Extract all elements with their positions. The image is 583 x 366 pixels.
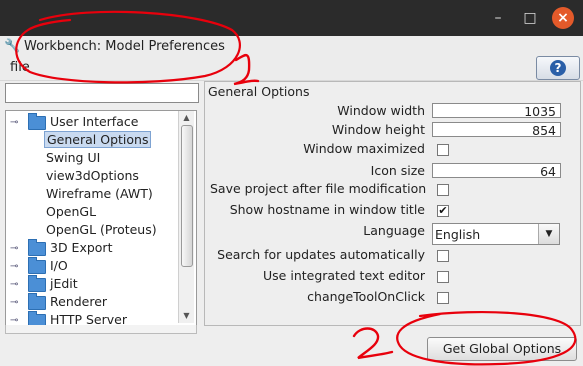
scroll-down-icon[interactable]: ▼ bbox=[181, 311, 192, 321]
integrated-editor-checkbox[interactable] bbox=[437, 271, 449, 283]
tree-item-label: 3D Export bbox=[50, 240, 113, 255]
search-updates-label: Search for updates automatically bbox=[217, 247, 425, 262]
tree-item-user-interface[interactable]: ⊸ User Interface bbox=[10, 113, 180, 131]
window-width-field[interactable]: 1035 bbox=[432, 103, 561, 119]
language-label: Language bbox=[363, 223, 425, 238]
tree-item-http-server[interactable]: ⊸ HTTP Server bbox=[10, 311, 180, 326]
window-maximized-label: Window maximized bbox=[303, 141, 425, 156]
tree-item-3d-export[interactable]: ⊸ 3D Export bbox=[10, 239, 180, 257]
minimize-icon[interactable]: – bbox=[487, 7, 509, 29]
close-icon[interactable]: × bbox=[552, 7, 574, 29]
get-global-options-button[interactable]: Get Global Options bbox=[427, 337, 577, 361]
tree-item-view3doptions[interactable]: view3dOptions bbox=[46, 167, 139, 185]
folder-icon bbox=[28, 293, 46, 310]
tree-item-jedit[interactable]: ⊸ jEdit bbox=[10, 275, 180, 293]
icon-size-field[interactable]: 64 bbox=[432, 163, 561, 179]
change-tool-checkbox[interactable] bbox=[437, 292, 449, 304]
change-tool-label: changeToolOnClick bbox=[307, 289, 425, 304]
expand-handle-icon[interactable]: ⊸ bbox=[10, 316, 19, 326]
window-title: Workbench: Model Preferences bbox=[24, 39, 225, 54]
scroll-thumb[interactable] bbox=[181, 125, 193, 267]
window-height-field[interactable]: 854 bbox=[432, 122, 561, 138]
window-title-row: 🔧 Workbench: Model Preferences bbox=[0, 36, 583, 58]
save-project-checkbox[interactable] bbox=[437, 184, 449, 196]
show-hostname-checkbox[interactable]: ✔ bbox=[437, 205, 449, 217]
expand-handle-icon[interactable]: ⊸ bbox=[10, 298, 19, 308]
search-updates-checkbox[interactable] bbox=[437, 250, 449, 262]
tree-item-opengl[interactable]: OpenGL bbox=[46, 203, 96, 221]
menu-file[interactable]: file bbox=[10, 60, 30, 75]
tree-item-wireframe[interactable]: Wireframe (AWT) bbox=[46, 185, 153, 203]
window-height-label: Window height bbox=[331, 122, 425, 137]
expand-handle-icon[interactable]: ⊸ bbox=[10, 280, 19, 290]
tree-item-label: jEdit bbox=[50, 276, 78, 291]
folder-icon bbox=[28, 239, 46, 256]
show-hostname-label: Show hostname in window title bbox=[229, 202, 425, 217]
tree-item-label: Renderer bbox=[50, 294, 108, 309]
window-width-label: Window width bbox=[337, 103, 425, 118]
icon-size-label: Icon size bbox=[370, 163, 425, 178]
title-bar: – □ × bbox=[0, 0, 583, 36]
tree-item-label: Wireframe (AWT) bbox=[46, 186, 153, 201]
menu-bar: file bbox=[0, 58, 583, 81]
help-button[interactable]: ? bbox=[536, 56, 580, 80]
tree-item-label: OpenGL bbox=[46, 204, 97, 219]
general-options-panel: General Options Window width 1035 Window… bbox=[204, 81, 581, 326]
tree-item-label: General Options bbox=[44, 131, 152, 148]
chevron-down-icon[interactable]: ▼ bbox=[538, 224, 559, 244]
language-select[interactable]: English ▼ bbox=[432, 223, 560, 245]
tree-item-general-options[interactable]: General Options bbox=[44, 131, 152, 149]
tree-item-label: User Interface bbox=[50, 114, 139, 129]
save-project-label: Save project after file modification bbox=[210, 181, 427, 196]
tree-item-label: Swing UI bbox=[46, 150, 101, 165]
expand-handle-icon[interactable]: ⊸ bbox=[10, 262, 19, 272]
wrench-icon: 🔧 bbox=[4, 39, 21, 54]
folder-icon bbox=[28, 275, 46, 292]
search-input[interactable] bbox=[5, 83, 199, 103]
panel-title: General Options bbox=[208, 84, 310, 99]
tree-item-swing-ui[interactable]: Swing UI bbox=[46, 149, 100, 167]
window-maximized-checkbox[interactable] bbox=[437, 144, 449, 156]
horizontal-scroll-strip[interactable] bbox=[5, 325, 197, 334]
folder-open-icon bbox=[28, 113, 46, 130]
tree-scrollbar[interactable]: ▲ ▼ bbox=[178, 111, 194, 323]
tree-item-label: I/O bbox=[50, 258, 68, 273]
scroll-up-icon[interactable]: ▲ bbox=[181, 113, 192, 123]
tree-item-opengl-proteus[interactable]: OpenGL (Proteus) bbox=[46, 221, 157, 239]
tree-item-renderer[interactable]: ⊸ Renderer bbox=[10, 293, 180, 311]
options-tree: ⊸ User Interface General Options Swing U… bbox=[5, 110, 197, 326]
language-value: English bbox=[435, 227, 481, 242]
tree-item-label: HTTP Server bbox=[50, 312, 127, 326]
help-question-icon: ? bbox=[550, 60, 566, 76]
integrated-editor-label: Use integrated text editor bbox=[263, 268, 425, 283]
expand-handle-icon[interactable]: ⊸ bbox=[10, 244, 19, 254]
tree-item-label: OpenGL (Proteus) bbox=[46, 222, 157, 237]
tree-item-label: view3dOptions bbox=[46, 168, 139, 183]
maximize-icon[interactable]: □ bbox=[519, 7, 541, 29]
collapse-handle-icon[interactable]: ⊸ bbox=[10, 118, 19, 128]
tree-item-io[interactable]: ⊸ I/O bbox=[10, 257, 180, 275]
folder-icon bbox=[28, 257, 46, 274]
